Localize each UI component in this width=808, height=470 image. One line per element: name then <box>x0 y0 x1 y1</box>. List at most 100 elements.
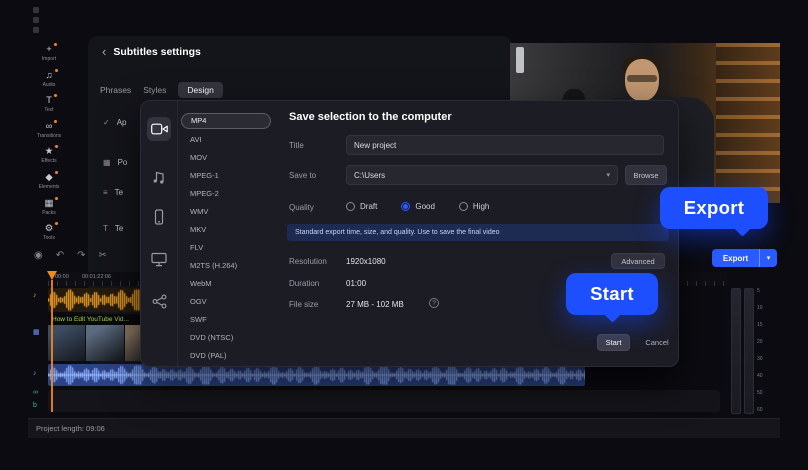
save-to-label: Save to <box>289 171 317 180</box>
undo-icon[interactable]: ↶ <box>56 250 64 261</box>
subtitles-row-label: Te <box>114 224 124 233</box>
sidebar-item-text[interactable]: T Text <box>30 94 68 120</box>
clip-title: How to Edit YouTube Vid... <box>52 316 129 323</box>
tv-format-icon[interactable] <box>147 247 171 271</box>
start-button[interactable]: Start <box>597 334 630 351</box>
music-track-icon[interactable]: ♪ <box>33 370 37 377</box>
sidebar-item-label: Audio <box>42 81 56 88</box>
menu-icon[interactable] <box>33 27 39 33</box>
format-mpeg-1[interactable]: MPEG-1 <box>190 170 219 182</box>
help-icon[interactable]: ? <box>429 298 439 308</box>
sidebar-item-label: Text <box>44 107 54 114</box>
sidebar-item-tools[interactable]: ⚙ Tools <box>30 222 68 248</box>
format-swf[interactable]: SWF <box>190 314 207 326</box>
project-length: Project length: 09:06 <box>36 424 105 433</box>
audio-track-icon[interactable]: ♪ <box>33 292 37 299</box>
format-dvd-pal-[interactable]: DVD (PAL) <box>190 350 227 362</box>
subtitles-row[interactable]: T Te <box>103 224 123 233</box>
sidebar-item-audio[interactable]: ♫ Audio <box>30 68 68 95</box>
subtitles-row-label: Po <box>117 158 128 167</box>
link-track-icon[interactable]: ∞ <box>33 389 38 396</box>
status-bar: Project length: 09:06 <box>28 418 780 438</box>
split-icon[interactable]: ✂ <box>99 250 107 261</box>
tab-design[interactable]: Design <box>178 82 223 98</box>
quality-option-label: High <box>472 202 490 211</box>
subtitles-tabs: Phrases Styles Design <box>100 82 223 98</box>
level-meter-right <box>744 288 754 414</box>
format-mkv[interactable]: MKV <box>190 224 206 236</box>
subtitles-row-label: Ap <box>116 118 127 127</box>
sidebar-item-elements[interactable]: ◆ Elements <box>30 170 68 197</box>
audio-format-icon[interactable] <box>147 165 171 189</box>
format-flv[interactable]: FLV <box>190 242 203 254</box>
sidebar-item-transitions[interactable]: ∞ Transitions <box>30 119 68 146</box>
export-callout-text: Export <box>683 197 745 218</box>
quality-high[interactable]: High <box>458 202 490 211</box>
app-window: + Import ♫ Audio T Text ∞ Transitions ★ Effects ◆ E… <box>0 0 808 470</box>
clip-thumbnail <box>86 325 124 361</box>
format-mp4[interactable]: MP4 <box>181 113 271 129</box>
format-webm[interactable]: WebM <box>190 278 212 290</box>
advanced-button[interactable]: Advanced <box>611 253 665 269</box>
meter-tick: 30 <box>757 356 763 362</box>
meter-tick: 10 <box>757 305 763 311</box>
subtitles-row[interactable]: ≡ Te <box>103 188 123 197</box>
level-meter-left <box>731 288 741 414</box>
quality-options: Draft Good High <box>346 201 489 212</box>
menu-icon[interactable] <box>33 7 39 13</box>
ruler-label: 00:00 <box>55 274 69 280</box>
format-m2ts-h-264-[interactable]: M2TS (H.264) <box>190 260 237 272</box>
export-dropdown-button[interactable]: ▾ <box>759 249 777 267</box>
back-icon[interactable]: ‹ <box>102 45 106 58</box>
record-icon[interactable]: ◉ <box>34 250 43 261</box>
text-style-icon: T <box>103 224 108 233</box>
share-format-icon[interactable] <box>147 289 171 313</box>
browse-button[interactable]: Browse <box>625 165 667 185</box>
sidebar-item-label: Elements <box>38 183 60 190</box>
menu-icon[interactable] <box>33 17 39 23</box>
format-mpeg-2[interactable]: MPEG-2 <box>190 188 219 200</box>
quality-option-label: Good <box>415 202 435 211</box>
playhead-line[interactable] <box>51 280 53 412</box>
title-input[interactable] <box>346 135 664 155</box>
video-track-icon[interactable]: ▦ <box>33 328 40 336</box>
dialog-title: Save selection to the computer <box>289 111 452 123</box>
file-size-value: 27 MB - 102 MB <box>346 300 404 309</box>
save-to-select[interactable]: C:\Users ▾ <box>346 165 618 185</box>
sidebar-item-label: Import <box>41 56 57 62</box>
redo-icon[interactable]: ↷ <box>77 250 85 261</box>
format-avi[interactable]: AVI <box>190 134 202 146</box>
subtitles-row[interactable]: ✓ Ap <box>103 118 127 127</box>
cancel-button[interactable]: Cancel <box>636 334 678 351</box>
meter-scale: 5 10 15 20 30 40 50 60 <box>757 289 763 413</box>
transitions-icon: ∞ <box>45 119 58 132</box>
tab-styles[interactable]: Styles <box>143 85 166 95</box>
quality-good[interactable]: Good <box>401 202 435 211</box>
device-format-icon[interactable] <box>147 205 171 229</box>
export-dialog: MP4 AVI MOV MPEG-1 MPEG-2 WMV MKV FLV M2TS (H.26… <box>140 100 679 367</box>
format-mov[interactable]: MOV <box>190 152 207 164</box>
format-wmv[interactable]: WMV <box>190 206 208 218</box>
radio-icon <box>346 202 355 211</box>
sidebar-item-effects[interactable]: ★ Effects <box>30 145 68 171</box>
subtitles-row-label: Te <box>114 188 124 197</box>
format-ogv[interactable]: OGV <box>190 296 207 308</box>
quality-draft[interactable]: Draft <box>346 202 377 211</box>
meter-tick: 60 <box>757 407 763 413</box>
grid-icon: ▦ <box>103 158 111 167</box>
info-banner-text: Standard export time, size, and quality.… <box>295 229 500 236</box>
text-icon: T <box>46 94 57 107</box>
beat-track-icon[interactable]: b <box>33 402 37 409</box>
resolution-label: Resolution <box>289 257 327 266</box>
sidebar-item-import[interactable]: + Import <box>30 43 68 69</box>
format-dvd-ntsc-[interactable]: DVD (NTSC) <box>190 332 233 344</box>
sidebar-item-packs[interactable]: ▦ Packs <box>30 196 68 223</box>
subtitles-row[interactable]: ▦ Po <box>103 158 127 167</box>
export-button[interactable]: Export <box>712 249 759 267</box>
glasses-shape <box>627 75 657 82</box>
music-clip-waveform[interactable] <box>48 364 585 386</box>
duration-value: 01:00 <box>346 279 367 288</box>
video-format-icon[interactable] <box>147 117 171 141</box>
resolution-value: 1920x1080 <box>346 257 386 266</box>
tab-phrases[interactable]: Phrases <box>100 85 131 95</box>
